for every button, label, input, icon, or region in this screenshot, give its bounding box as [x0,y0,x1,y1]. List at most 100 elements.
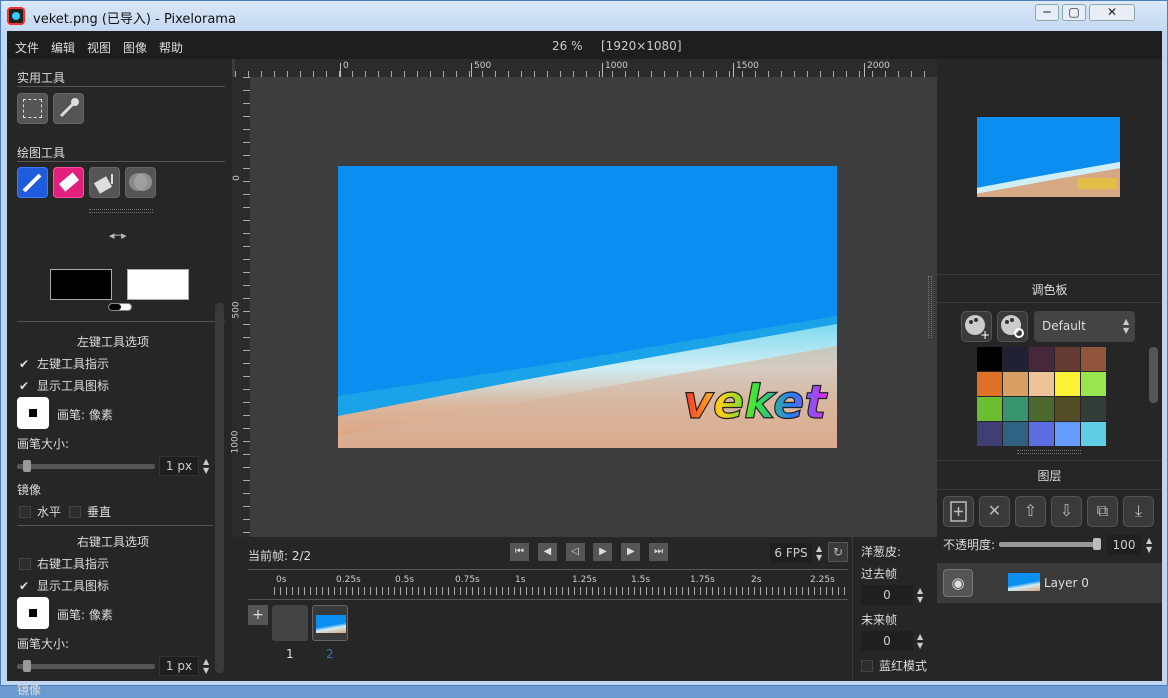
pencil-tool-button[interactable] [17,167,48,198]
palette-swatch[interactable] [1029,372,1054,396]
palette-swatch[interactable] [977,397,1002,421]
left-mirror-vertical-checkbox[interactable]: 垂直 [69,503,111,520]
restore-button[interactable]: ▢ [1062,4,1086,21]
palette-swatch[interactable] [1055,422,1080,446]
palette-swatch[interactable] [977,372,1002,396]
add-layer-button[interactable] [943,496,974,527]
slider-knob[interactable] [23,460,31,472]
remove-layer-button[interactable]: ✕ [979,496,1010,527]
edit-palette-button[interactable] [997,311,1028,342]
fps-spin-icon[interactable]: ▲ ▼ [816,544,822,562]
opacity-slider[interactable] [999,538,1101,550]
canvas-image[interactable]: veket [338,166,837,448]
last-frame-button[interactable]: ⏭ [649,543,669,561]
play-button[interactable]: ▶ [593,543,613,561]
palette-swatch[interactable] [1081,372,1106,396]
select-arrows-icon: ▲ ▼ [1123,317,1130,335]
palette-swatch[interactable] [1081,347,1106,371]
palette-swatch[interactable] [1003,422,1028,446]
timeline-label: 2s [751,575,762,585]
add-palette-button[interactable]: + [961,311,992,342]
play-backwards-button[interactable]: ◁ [565,543,585,561]
past-frames-input[interactable]: 0 [861,585,913,605]
palette-swatch[interactable] [1029,422,1054,446]
clone-layer-button[interactable]: ⧉ [1087,496,1118,527]
move-layer-up-button[interactable]: ⇧ [1015,496,1046,527]
right-brush-button[interactable] [17,597,49,629]
reset-colors-button[interactable] [108,303,132,311]
timeline-label: 2.25s [810,575,835,585]
palette-swatch[interactable] [1055,397,1080,421]
first-frame-button[interactable]: ⏮ [510,543,529,561]
palette-scrollbar[interactable] [1149,347,1158,403]
next-frame-button[interactable]: ▶ [621,543,641,561]
right-show-icon-checkbox[interactable]: ✔ 显示工具图标 [19,577,109,594]
palette-swatch[interactable] [1081,397,1106,421]
horizontal-ruler[interactable]: 0 500 1000 1500 2000 [235,59,937,77]
bucket-tool-button[interactable] [89,167,120,198]
blue-red-mode-checkbox[interactable]: 蓝红模式 [861,657,927,674]
spin-arrows-icon[interactable]: ▲ ▼ [917,586,923,604]
right-brush-size-slider[interactable] [17,660,155,672]
menu-view[interactable]: 视图 [87,39,111,56]
eraser-tool-button[interactable] [53,167,84,198]
canvas-size: [1920×1080] [601,39,682,53]
frame-2-thumbnail[interactable] [312,605,348,641]
vertical-ruler[interactable]: 0 500 1000 [230,77,250,537]
close-button[interactable]: ✕ [1089,4,1135,21]
menu-edit[interactable]: 编辑 [51,39,75,56]
left-brush-button[interactable] [17,397,49,429]
palette-swatch[interactable] [1003,347,1028,371]
spin-arrows-icon[interactable]: ▲ ▼ [203,457,209,475]
right-indicator-checkbox[interactable]: 右键工具指示 [19,555,109,572]
spin-arrows-icon[interactable]: ▲ ▼ [1146,536,1152,554]
future-frames-input[interactable]: 0 [861,631,913,651]
resize-grip[interactable] [1017,450,1081,454]
palette-swatch[interactable] [1003,372,1028,396]
move-layer-down-button[interactable]: ⇩ [1051,496,1082,527]
right-brush-size-input[interactable]: 1 px [159,656,199,676]
palette-swatch[interactable] [1029,397,1054,421]
right-color-swatch[interactable] [127,269,189,300]
add-frame-button[interactable]: + [248,605,268,625]
visibility-eye-icon[interactable]: ◉ [943,569,973,597]
swap-colors-icon[interactable]: ◂─▸ [109,229,127,242]
menu-file[interactable]: 文件 [15,39,39,56]
rect-select-tool-button[interactable] [17,93,48,124]
minimize-button[interactable]: ─ [1035,4,1059,21]
palette-swatch[interactable] [1003,397,1028,421]
left-mirror-horizontal-checkbox[interactable]: 水平 [19,503,61,520]
left-panel-scrollbar[interactable] [215,303,224,673]
left-color-swatch[interactable] [50,269,112,300]
frame-1-thumbnail[interactable] [272,605,308,641]
palette-swatch[interactable] [1055,372,1080,396]
left-indicator-checkbox[interactable]: ✔ 左键工具指示 [19,355,109,372]
spin-arrows-icon[interactable]: ▲ ▼ [203,657,209,675]
merge-layer-button[interactable]: ⤓ [1123,496,1154,527]
left-brush-size-slider[interactable] [17,460,155,472]
spin-arrows-icon[interactable]: ▲ ▼ [917,632,923,650]
left-brush-size-input[interactable]: 1 px [159,456,199,476]
fps-input[interactable]: 6 FPS [770,543,812,563]
left-show-icon-checkbox[interactable]: ✔ 显示工具图标 [19,377,109,394]
loop-button[interactable]: ↻ [828,542,848,562]
layer-row[interactable]: ◉ Layer 0 [937,563,1162,603]
resize-grip[interactable] [89,209,153,213]
prev-frame-button[interactable]: ◀ [537,543,557,561]
slider-knob[interactable] [1093,538,1101,550]
opacity-input[interactable]: 100 [1107,535,1141,555]
color-picker-tool-button[interactable] [53,93,84,124]
palette-swatch[interactable] [1029,347,1054,371]
palette-swatch[interactable] [1055,347,1080,371]
resize-grip[interactable] [928,276,932,338]
palette-swatch[interactable] [1081,422,1106,446]
menu-help[interactable]: 帮助 [159,39,183,56]
shading-tool-button[interactable] [125,167,156,198]
slider-knob[interactable] [23,660,31,672]
menu-image[interactable]: 图像 [123,39,147,56]
palette-swatch[interactable] [977,347,1002,371]
palette-swatch[interactable] [977,422,1002,446]
palette-select[interactable]: Default [1034,311,1135,342]
timeline-ruler[interactable]: 0s 0.25s 0.5s 0.75s 1s 1.25s 1.5s 1.75s … [274,573,848,597]
canvas-preview[interactable] [977,117,1120,197]
